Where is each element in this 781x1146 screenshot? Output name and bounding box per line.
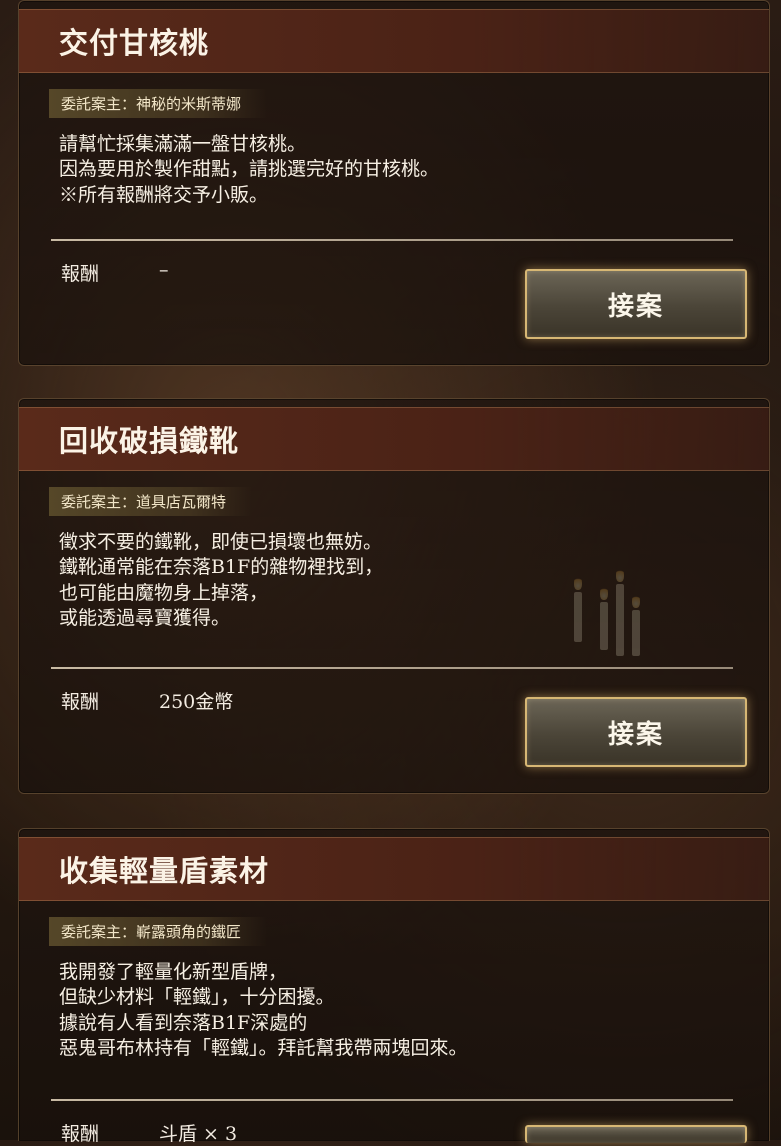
quest-title: 收集輕量盾素材 <box>19 837 769 901</box>
accept-button[interactable]: 接案 <box>525 697 747 767</box>
quest-card: 收集輕量盾素材 委託案主：嶄露頭角的鐵匠 我開發了輕量化新型盾牌， 但缺少材料「… <box>18 828 770 1145</box>
quest-client: 委託案主：神秘的米斯蒂娜 <box>49 89 268 118</box>
accept-button[interactable]: 接案 <box>525 269 747 339</box>
quest-title: 交付甘核桃 <box>19 9 769 73</box>
accept-button[interactable]: 接案 <box>525 1125 747 1143</box>
description-line: 或能透過尋寶獲得。 <box>59 606 231 629</box>
reward-label: 報酬 <box>61 691 100 713</box>
quest-description: 我開發了輕量化新型盾牌， 但缺少材料「輕鐵」，十分困擾。 據說有人看到奈落B1F… <box>59 960 769 1061</box>
quest-client: 委託案主：道具店瓦爾特 <box>49 487 253 516</box>
description-line: 據說有人看到奈落B1F深處的 <box>59 1011 308 1034</box>
description-line: 徵求不要的鐵靴，即使已損壞也無妨。 <box>59 531 383 553</box>
reward-value: 250金幣 <box>159 691 234 713</box>
quest-description: 請幫忙採集滿滿一盤甘核桃。 因為要用於製作甜點，請挑選完好的甘核桃。 ※所有報酬… <box>59 132 769 208</box>
quest-card: 交付甘核桃 委託案主：神秘的米斯蒂娜 請幫忙採集滿滿一盤甘核桃。 因為要用於製作… <box>18 0 770 366</box>
description-line: 因為要用於製作甜點，請挑選完好的甘核桃。 <box>59 158 440 181</box>
divider <box>51 667 733 669</box>
quest-card: 回收破損鐵靴 委託案主：道具店瓦爾特 徵求不要的鐵靴，即使已損壞也無妨。 鐵靴通… <box>18 398 770 794</box>
reward-label: 報酬 <box>61 1123 100 1145</box>
description-line: 請幫忙採集滿滿一盤甘核桃。 <box>59 133 307 155</box>
quest-title: 回收破損鐵靴 <box>19 407 769 471</box>
reward-value: 斗盾 × 3 <box>159 1123 238 1145</box>
reward-value: – <box>159 259 169 281</box>
description-line: 我開發了輕量化新型盾牌， <box>59 961 288 983</box>
divider <box>51 1099 733 1101</box>
description-line: 也可能由魔物身上掉落， <box>59 581 269 604</box>
description-line: 但缺少材料「輕鐵」，十分困擾。 <box>59 986 335 1009</box>
quest-client: 委託案主：嶄露頭角的鐵匠 <box>49 917 268 946</box>
divider <box>51 239 733 241</box>
quest-description: 徵求不要的鐵靴，即使已損壞也無妨。 鐵靴通常能在奈落B1F的雜物裡找到， 也可能… <box>59 530 769 631</box>
description-line: 鐵靴通常能在奈落B1F的雜物裡找到， <box>59 556 384 579</box>
description-line: 惡鬼哥布林持有「輕鐵」。拜託幫我帶兩塊回來。 <box>59 1036 468 1059</box>
reward-label: 報酬 <box>61 263 100 285</box>
description-line: ※所有報酬將交予小販。 <box>59 183 269 206</box>
